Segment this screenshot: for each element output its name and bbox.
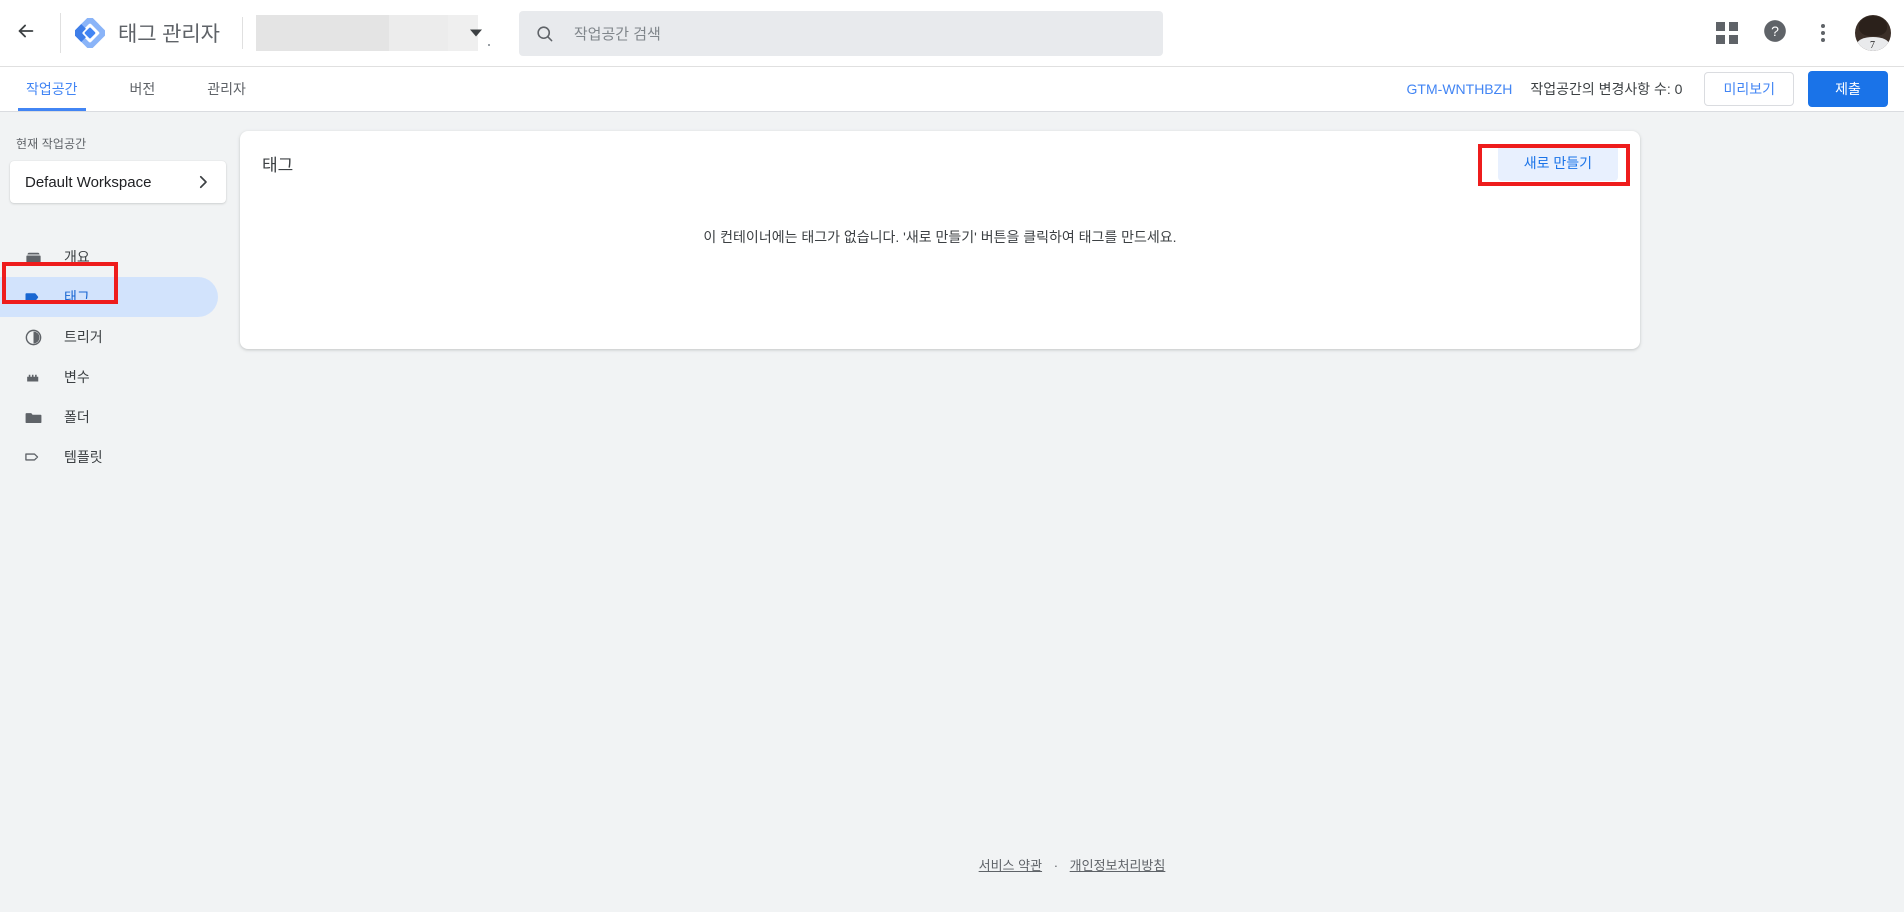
product-title: 태그 관리자 [118,23,220,46]
tags-card: 태그 새로 만들기 이 컨테이너에는 태그가 없습니다. '새로 만들기' 버튼… [240,131,1640,349]
tab-versions[interactable]: 버전 [104,67,182,111]
overview-icon [22,248,44,267]
tab-workspace-label: 작업공간 [26,81,78,97]
variable-icon [22,368,44,387]
submit-button[interactable]: 제출 [1808,71,1888,107]
sidebar-item-templates-label: 템플릿 [64,449,103,465]
help-button[interactable]: ? [1753,11,1797,55]
empty-state-message: 이 컨테이너에는 태그가 없습니다. '새로 만들기' 버튼을 클릭하여 태그를… [703,229,1177,245]
topbar-actions: ? 7 [1701,11,1891,55]
tabs: 작업공간 버전 관리자 [0,67,272,111]
arrow-back-icon [15,20,37,47]
tag-icon [22,287,44,307]
apps-button[interactable] [1705,11,1749,55]
svg-text:?: ? [1771,22,1779,38]
sidebar-item-tags-label: 태그 [64,289,90,305]
container-name-placeholder [388,15,448,51]
sidebar-item-overview[interactable]: 개요 [0,237,218,277]
top-bar: 태그 관리자 작업공간 검색 ? 7 [0,0,1904,67]
new-tag-button[interactable]: 새로 만들기 [1497,145,1618,181]
tag-manager-logo[interactable] [73,16,107,50]
search-icon [535,24,554,43]
container-id-link[interactable]: GTM-WNTHBZH [1407,81,1513,97]
more-options-button[interactable] [1801,11,1845,55]
workspace-selector[interactable]: Default Workspace [10,161,226,203]
tab-bar-actions: GTM-WNTHBZH 작업공간의 변경사항 수: 0 미리보기 제출 [1407,67,1904,111]
folder-icon [22,408,44,427]
footer-separator: · [1053,858,1059,873]
current-workspace-label: 현재 작업공간 [16,137,87,151]
chevron-right-icon [194,173,212,191]
sidebar-item-triggers[interactable]: 트리거 [0,317,218,357]
preview-button[interactable]: 미리보기 [1704,72,1794,106]
workspace-name: Default Workspace [25,173,152,191]
tags-card-header: 태그 새로 만들기 [240,131,1640,195]
tags-card-actions: 새로 만들기 [1497,145,1618,181]
main-content: 태그 새로 만들기 이 컨테이너에는 태그가 없습니다. '새로 만들기' 버튼… [240,113,1904,912]
more-vert-icon [1821,24,1825,42]
apps-grid-icon [1716,22,1738,44]
app-root: 태그 관리자 작업공간 검색 ? 7 작업공간 버전 관리자 GTM-WNTHB… [0,0,1904,912]
sidebar-item-variables[interactable]: 변수 [0,357,218,397]
sidebar-nav: 개요 태그 트리거 변수 폴더 템플릿 [0,237,240,477]
help-icon: ? [1762,18,1788,49]
back-button[interactable] [2,9,50,57]
avatar[interactable]: 7 [1855,15,1891,51]
privacy-link[interactable]: 개인정보처리방침 [1070,858,1166,873]
tab-admin[interactable]: 관리자 [181,67,272,111]
account-name-placeholder [255,15,389,51]
avatar-number: 7 [1870,40,1875,51]
sidebar-item-folders-label: 폴더 [64,409,90,425]
topbar-divider-left [60,13,61,53]
search-placeholder: 작업공간 검색 [573,25,661,43]
sidebar-item-templates[interactable]: 템플릿 [0,437,218,477]
dropdown-caret-icon [469,29,482,37]
workspace-changes-count: 작업공간의 변경사항 수: 0 [1530,81,1683,97]
title-divider [241,17,243,49]
page-title: 태그 [262,155,294,175]
selector-dot [487,44,490,46]
sidebar: 현재 작업공간 Default Workspace 개요 태그 트리거 변수 폴… [0,113,240,912]
avatar-image [1859,16,1887,36]
terms-link[interactable]: 서비스 약관 [979,858,1042,873]
sidebar-item-tags[interactable]: 태그 [0,277,218,317]
tab-bar: 작업공간 버전 관리자 GTM-WNTHBZH 작업공간의 변경사항 수: 0 … [0,67,1904,112]
footer: 서비스 약관 · 개인정보처리방침 [240,855,1904,874]
account-container-selector[interactable] [255,11,490,55]
sidebar-item-triggers-label: 트리거 [64,329,103,345]
sidebar-item-variables-label: 변수 [64,369,90,385]
template-icon [22,447,44,467]
tab-workspace[interactable]: 작업공간 [0,67,104,111]
tab-versions-label: 버전 [129,81,156,97]
trigger-icon [22,328,44,347]
sidebar-item-overview-label: 개요 [64,249,90,265]
search-input[interactable]: 작업공간 검색 [518,10,1163,56]
tab-admin-label: 관리자 [207,81,246,97]
sidebar-item-folders[interactable]: 폴더 [0,397,218,437]
